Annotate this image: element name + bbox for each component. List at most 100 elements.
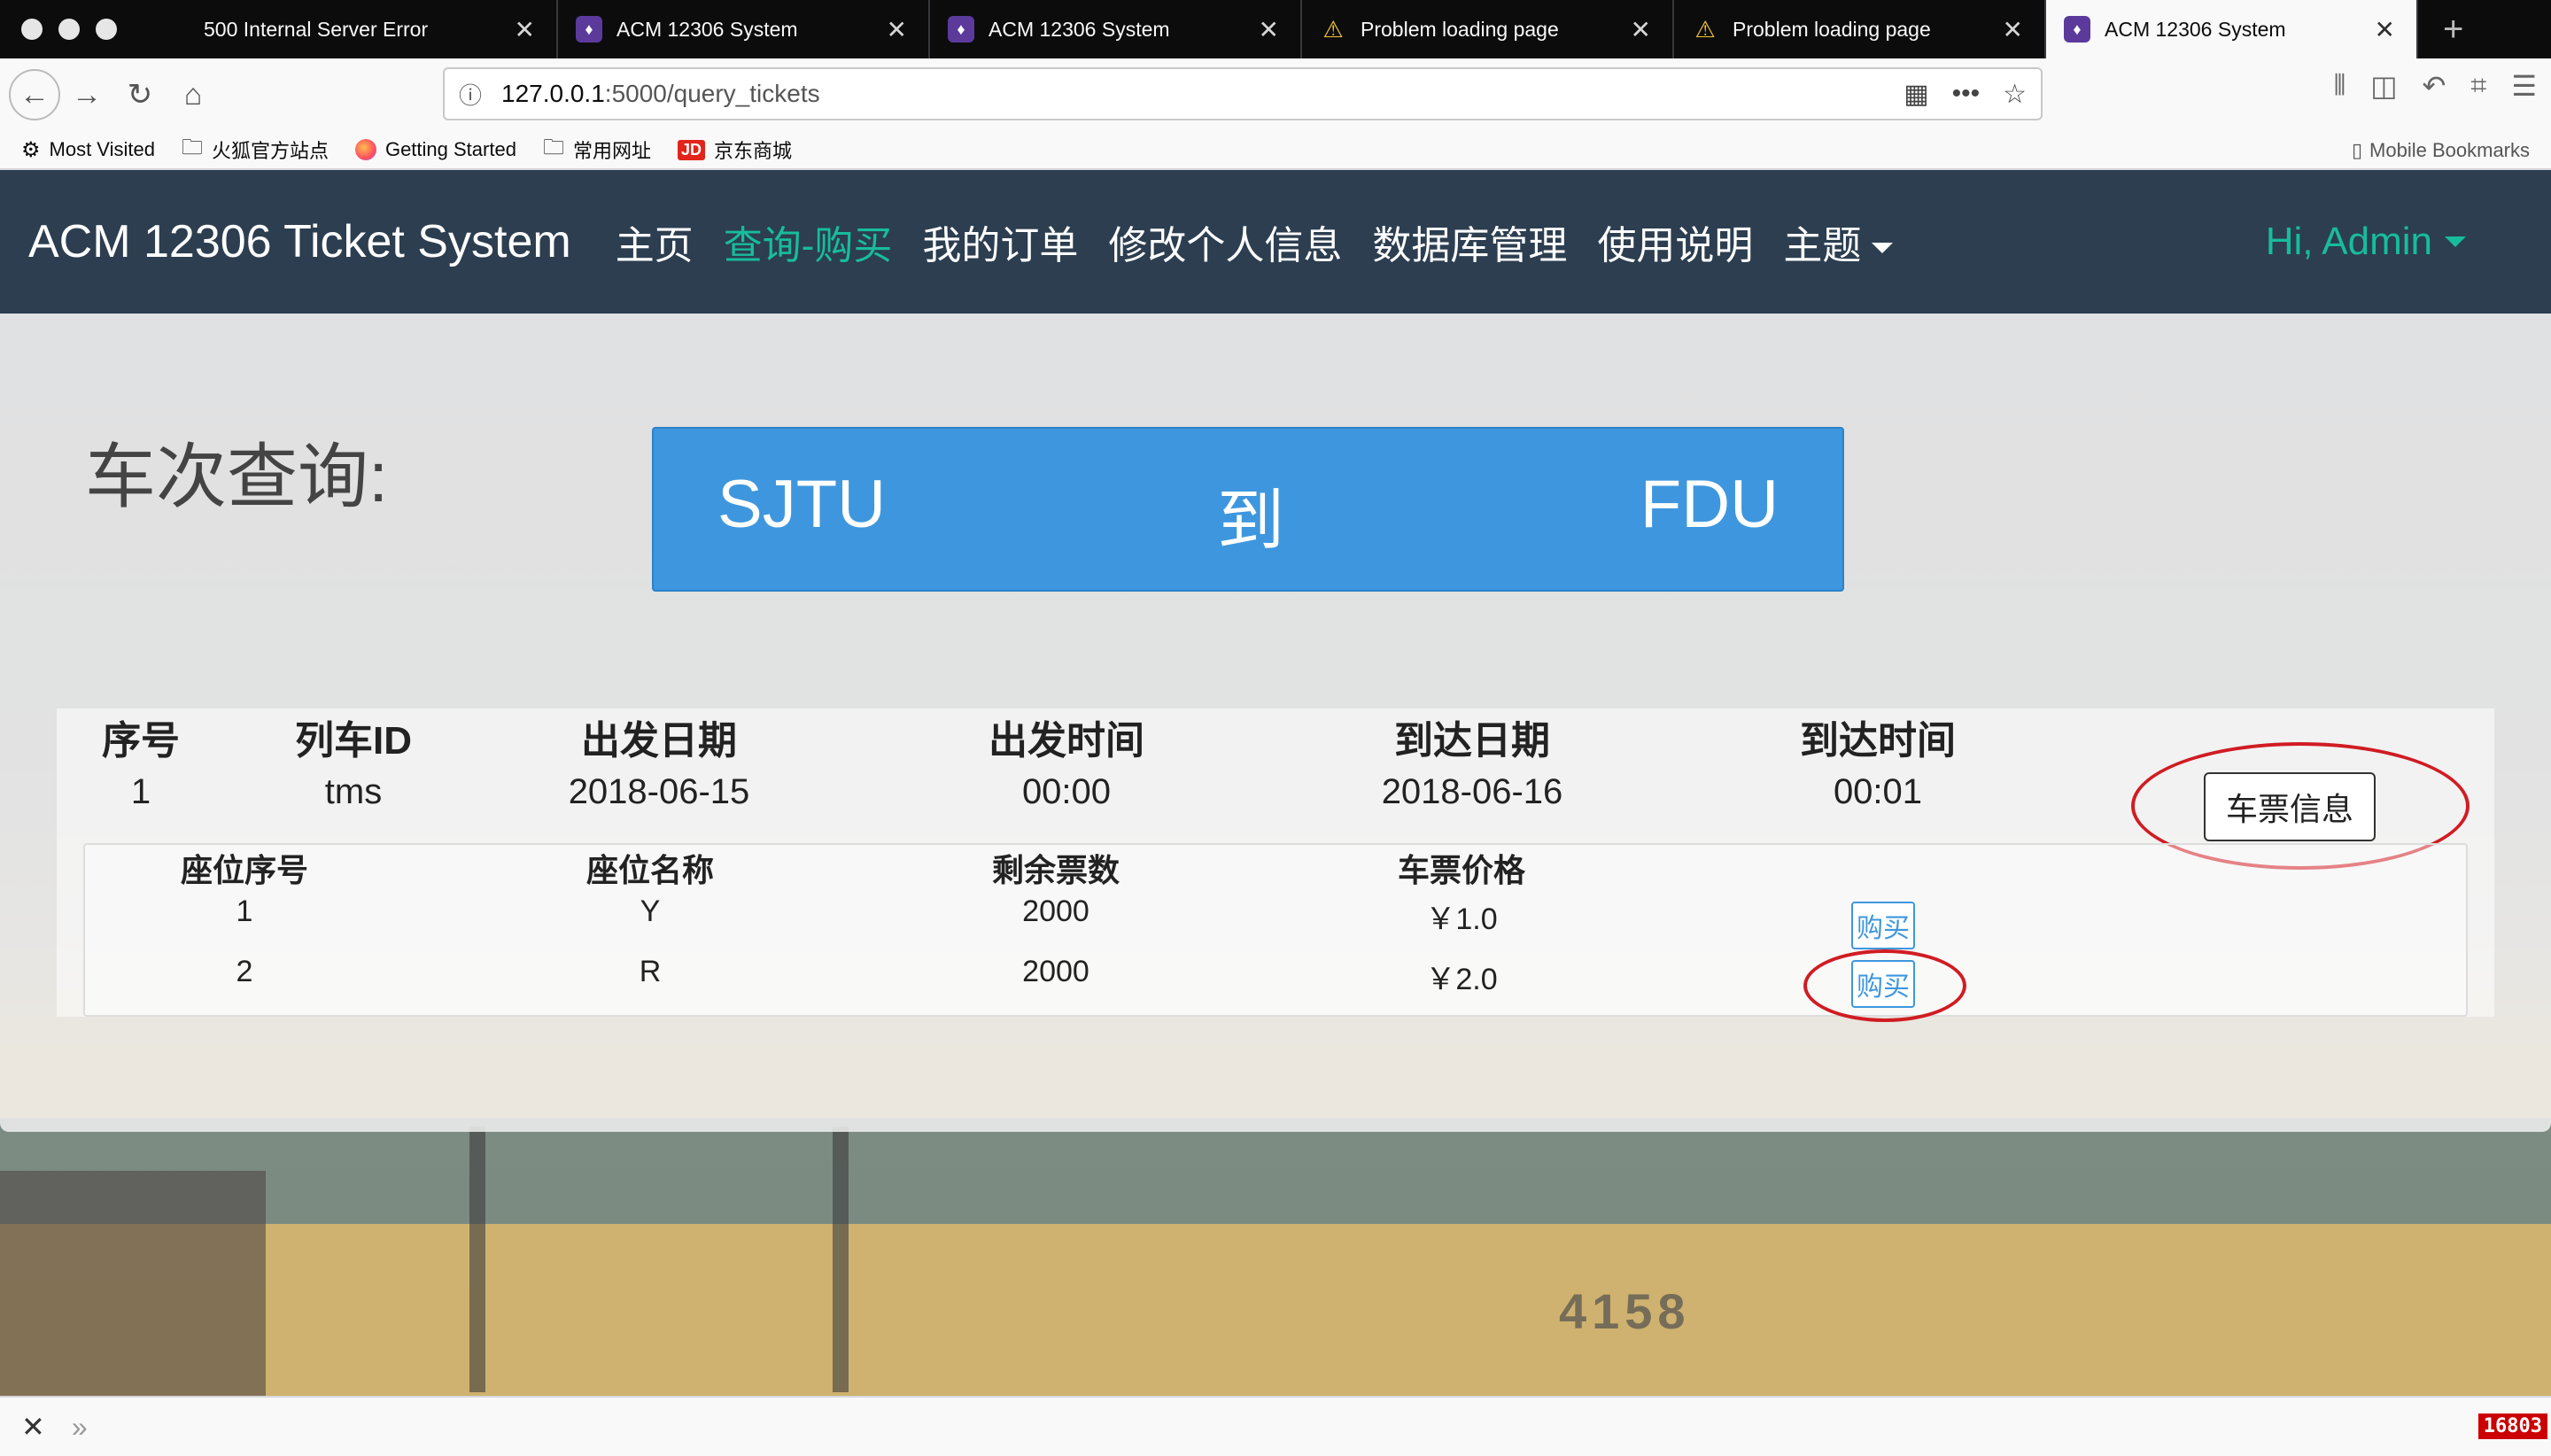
forward-icon[interactable]: → <box>60 68 113 121</box>
acm-favicon-icon: ♦ <box>576 16 602 43</box>
close-icon[interactable]: ✕ <box>515 15 535 44</box>
reload-icon[interactable]: ↻ <box>113 68 167 121</box>
header-depart-date: 出发日期 <box>581 719 737 763</box>
library-icon[interactable]: ⫴ <box>2334 69 2346 103</box>
seat-remaining: 2000 <box>1022 895 1089 928</box>
tab-title: ACM 12306 System <box>989 17 1170 41</box>
close-icon[interactable]: ✕ <box>2375 15 2395 44</box>
bookmark-star-icon[interactable]: ☆ <box>2003 79 2027 110</box>
query-title: 车次查询: <box>85 438 389 516</box>
user-menu[interactable]: Hi, Admin <box>2266 170 2466 314</box>
nav-query-buy[interactable]: 查询-购买 <box>724 213 893 270</box>
browser-right-tools: ⫴ ◫ ↶ ⌗ ☰ <box>2334 69 2537 103</box>
seat-table: 座位序号 座位名称 剩余票数 车票价格 1 Y 2000 ￥1.0 购买 2 R… <box>83 843 2468 1022</box>
bookmark-label: Most Visited <box>49 138 155 160</box>
cell-index: 1 <box>130 772 151 811</box>
route-box: SJTU 到 FDU <box>652 427 1844 592</box>
browser-tab-active[interactable]: ♦ ACM 12306 System ✕ <box>2046 0 2418 58</box>
background-sign <box>0 1171 266 1396</box>
bookmark-getting-started[interactable]: Getting Started <box>354 138 516 161</box>
background-image <box>0 1118 2551 1224</box>
bookmark-common-sites[interactable]: 🗀 常用网址 <box>543 132 651 168</box>
folder-icon: 🗀 <box>542 135 564 159</box>
cell-arrive-time: 00:01 <box>1833 772 1923 811</box>
cell-arrive-date: 2018-06-16 <box>1381 772 1563 811</box>
background-train-number: 4158 <box>1559 1283 1691 1339</box>
browser-toolbar: ← → ↻ ⌂ ⓘ 127.0.0.1:5000/query_tickets ▦… <box>0 58 2551 131</box>
close-icon[interactable]: ✕ <box>887 15 907 44</box>
site-info-icon[interactable]: ⓘ <box>459 78 482 111</box>
nav-my-orders[interactable]: 我的订单 <box>922 213 1078 270</box>
tab-title: Problem loading page <box>1361 17 1559 41</box>
caret-down-icon <box>2445 236 2466 247</box>
warning-icon: ⚠ <box>1322 15 1344 43</box>
header-arrive-time: 到达时间 <box>1800 719 1956 763</box>
crop-icon[interactable]: ⌗ <box>2470 69 2486 103</box>
close-window-button[interactable] <box>21 19 43 40</box>
close-icon[interactable]: ✕ <box>2003 15 2023 44</box>
nav-edit-profile[interactable]: 修改个人信息 <box>1108 213 1342 270</box>
sidebar-icon[interactable]: ◫ <box>2370 69 2397 103</box>
browser-tab[interactable]: ♦ ACM 12306 System ✕ <box>930 0 1302 58</box>
nav-theme-label: 主题 <box>1783 224 1862 267</box>
seat-header-price: 车票价格 <box>1397 852 1525 888</box>
maximize-window-button[interactable] <box>96 19 117 40</box>
caret-down-icon <box>1872 243 1894 254</box>
bookmark-most-visited[interactable]: ⚙ Most Visited <box>21 137 155 163</box>
browser-tab[interactable]: ♦ ACM 12306 System ✕ <box>558 0 930 58</box>
user-greeting: Hi, Admin <box>2265 220 2432 263</box>
home-icon[interactable]: ⌂ <box>167 68 220 121</box>
close-icon[interactable]: ✕ <box>1259 15 1279 44</box>
seat-no: 2 <box>236 955 253 988</box>
mobile-bookmarks[interactable]: ▯ Mobile Bookmarks <box>2352 131 2530 170</box>
menu-icon[interactable]: ☰ <box>2511 69 2537 103</box>
firefox-icon <box>354 139 376 160</box>
seat-name: Y <box>640 895 661 928</box>
window-controls <box>0 0 186 58</box>
bookmark-firefox-site[interactable]: 🗀 火狐官方站点 <box>182 132 329 168</box>
nav-theme-dropdown[interactable]: 主题 <box>1783 213 1894 270</box>
nav-db-admin[interactable]: 数据库管理 <box>1372 213 1567 270</box>
minimize-window-button[interactable] <box>58 19 80 40</box>
bookmark-label: Getting Started <box>384 138 516 160</box>
undo-icon[interactable]: ↶ <box>2422 69 2446 103</box>
seat-price: ￥2.0 <box>1425 963 1498 996</box>
background-post <box>469 1127 485 1392</box>
train-result-table: 序号 列车ID 出发日期 出发时间 到达日期 到达时间 1 tms 2018-0… <box>57 709 2494 1022</box>
qr-code-icon[interactable]: ▦ <box>1904 79 1928 110</box>
mobile-icon: ▯ <box>2351 139 2363 161</box>
warning-icon: ⚠ <box>1694 15 1716 43</box>
url-text[interactable]: 127.0.0.1:5000/query_tickets <box>501 80 1880 108</box>
seat-name: R <box>639 955 662 988</box>
mobile-bookmarks-label: Mobile Bookmarks <box>2369 139 2530 161</box>
nav-help[interactable]: 使用说明 <box>1597 213 1753 270</box>
gear-icon: ⚙ <box>21 137 41 162</box>
cell-depart-date: 2018-06-15 <box>568 772 750 811</box>
browser-tab[interactable]: 500 Internal Server Error ✕ <box>186 0 558 58</box>
highlight-ellipse <box>1803 949 1966 1022</box>
tab-title: 500 Internal Server Error <box>204 17 429 41</box>
browser-tab[interactable]: ⚠ Problem loading page ✕ <box>1674 0 2046 58</box>
back-icon[interactable]: ← <box>9 69 60 120</box>
header-train-id: 列车ID <box>295 719 412 763</box>
chevron-right-icon[interactable]: » <box>72 1411 88 1444</box>
url-bar[interactable]: ⓘ 127.0.0.1:5000/query_tickets ▦ ••• ☆ <box>443 67 2043 120</box>
site-navbar: ACM 12306 Ticket System 主页 查询-购买 我的订单 修改… <box>0 170 2551 314</box>
buy-button[interactable]: 购买 <box>1851 902 1915 949</box>
bookmark-label: 常用网址 <box>572 140 651 162</box>
new-tab-button[interactable]: + <box>2418 0 2463 58</box>
page-actions-icon[interactable]: ••• <box>1952 79 1981 109</box>
browser-tab[interactable]: ⚠ Problem loading page ✕ <box>1302 0 1674 58</box>
seat-header-name: 座位名称 <box>585 852 714 888</box>
seat-remaining: 2000 <box>1022 955 1089 988</box>
tab-title: ACM 12306 System <box>2105 17 2286 41</box>
site-brand[interactable]: ACM 12306 Ticket System <box>28 215 571 268</box>
nav-home[interactable]: 主页 <box>616 213 694 270</box>
close-icon[interactable]: ✕ <box>1631 15 1651 44</box>
route-from: SJTU <box>717 467 886 542</box>
bookmarks-toolbar: ⚙ Most Visited 🗀 火狐官方站点 Getting Started 🗀 常… <box>0 131 2551 170</box>
bookmark-jd[interactable]: JD 京东商城 <box>677 136 792 164</box>
close-icon[interactable]: ✕ <box>21 1410 45 1444</box>
header-depart-time: 出发时间 <box>989 719 1144 763</box>
seat-header-no: 座位序号 <box>180 852 308 888</box>
